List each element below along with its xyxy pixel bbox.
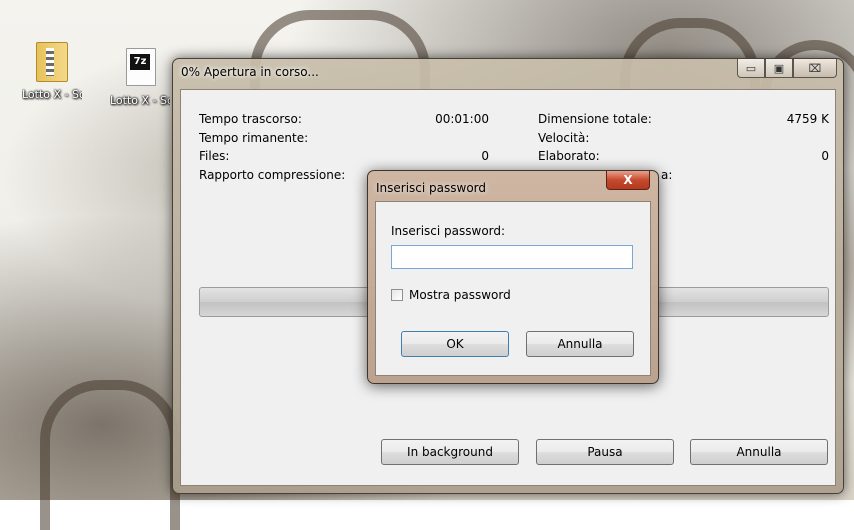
- stat-label-files: Files:: [199, 149, 230, 163]
- close-icon: ⌧: [808, 61, 822, 75]
- desktop-icon-label: Lotto X - Società Y: [110, 94, 170, 107]
- stat-label-processed: Elaborato:: [538, 149, 600, 163]
- ok-button[interactable]: OK: [401, 331, 509, 357]
- show-password-label[interactable]: Mostra password: [409, 288, 511, 302]
- stat-value-processed: 0: [821, 149, 829, 163]
- dialog-client-area: Inserisci password: Mostra password OK A…: [375, 201, 651, 376]
- stat-value-total-size: 4759 K: [786, 112, 829, 126]
- stat-label-speed: Velocità:: [538, 131, 590, 145]
- desktop-icon-label: Lotto X - Società Y: [22, 88, 82, 101]
- stat-label-partial: a:: [661, 168, 673, 182]
- dialog-close-button[interactable]: X: [606, 171, 650, 190]
- close-icon: X: [623, 173, 633, 187]
- stat-label-compression-ratio: Rapporto compressione:: [199, 168, 346, 182]
- cancel-button[interactable]: Annulla: [690, 439, 828, 465]
- desktop-icon-folder[interactable]: Lotto X - Società Y: [22, 40, 82, 101]
- wallpaper-arch: [40, 380, 180, 530]
- pause-button[interactable]: Pausa: [536, 439, 674, 465]
- background-button[interactable]: In background: [381, 439, 519, 465]
- window-caption-buttons: ▭ ▣ ⌧: [737, 59, 837, 79]
- folder-zip-icon: [34, 40, 70, 82]
- stat-label-total-size: Dimensione totale:: [538, 112, 652, 126]
- stat-label-elapsed: Tempo trascorso:: [199, 112, 302, 126]
- stat-value-elapsed: 00:01:00: [435, 112, 489, 126]
- password-prompt-label: Inserisci password:: [391, 224, 506, 238]
- password-input[interactable]: [391, 245, 633, 269]
- maximize-button[interactable]: ▣: [765, 59, 793, 78]
- show-password-checkbox[interactable]: [391, 289, 403, 301]
- minimize-icon: ▭: [745, 61, 757, 75]
- dialog-cancel-button[interactable]: Annulla: [526, 331, 634, 357]
- 7z-archive-icon: 7z: [122, 46, 158, 88]
- close-button[interactable]: ⌧: [793, 59, 837, 78]
- desktop-icon-7z[interactable]: 7z Lotto X - Società Y: [110, 46, 170, 107]
- stat-label-remaining: Tempo rimanente:: [199, 131, 309, 145]
- password-dialog: Inserisci password X Inserisci password:…: [367, 170, 659, 384]
- stat-value-files: 0: [481, 149, 489, 163]
- minimize-button[interactable]: ▭: [737, 59, 765, 78]
- window-title: 0% Apertura in corso...: [181, 65, 319, 79]
- dialog-title: Inserisci password: [376, 181, 487, 195]
- maximize-icon: ▣: [773, 61, 785, 75]
